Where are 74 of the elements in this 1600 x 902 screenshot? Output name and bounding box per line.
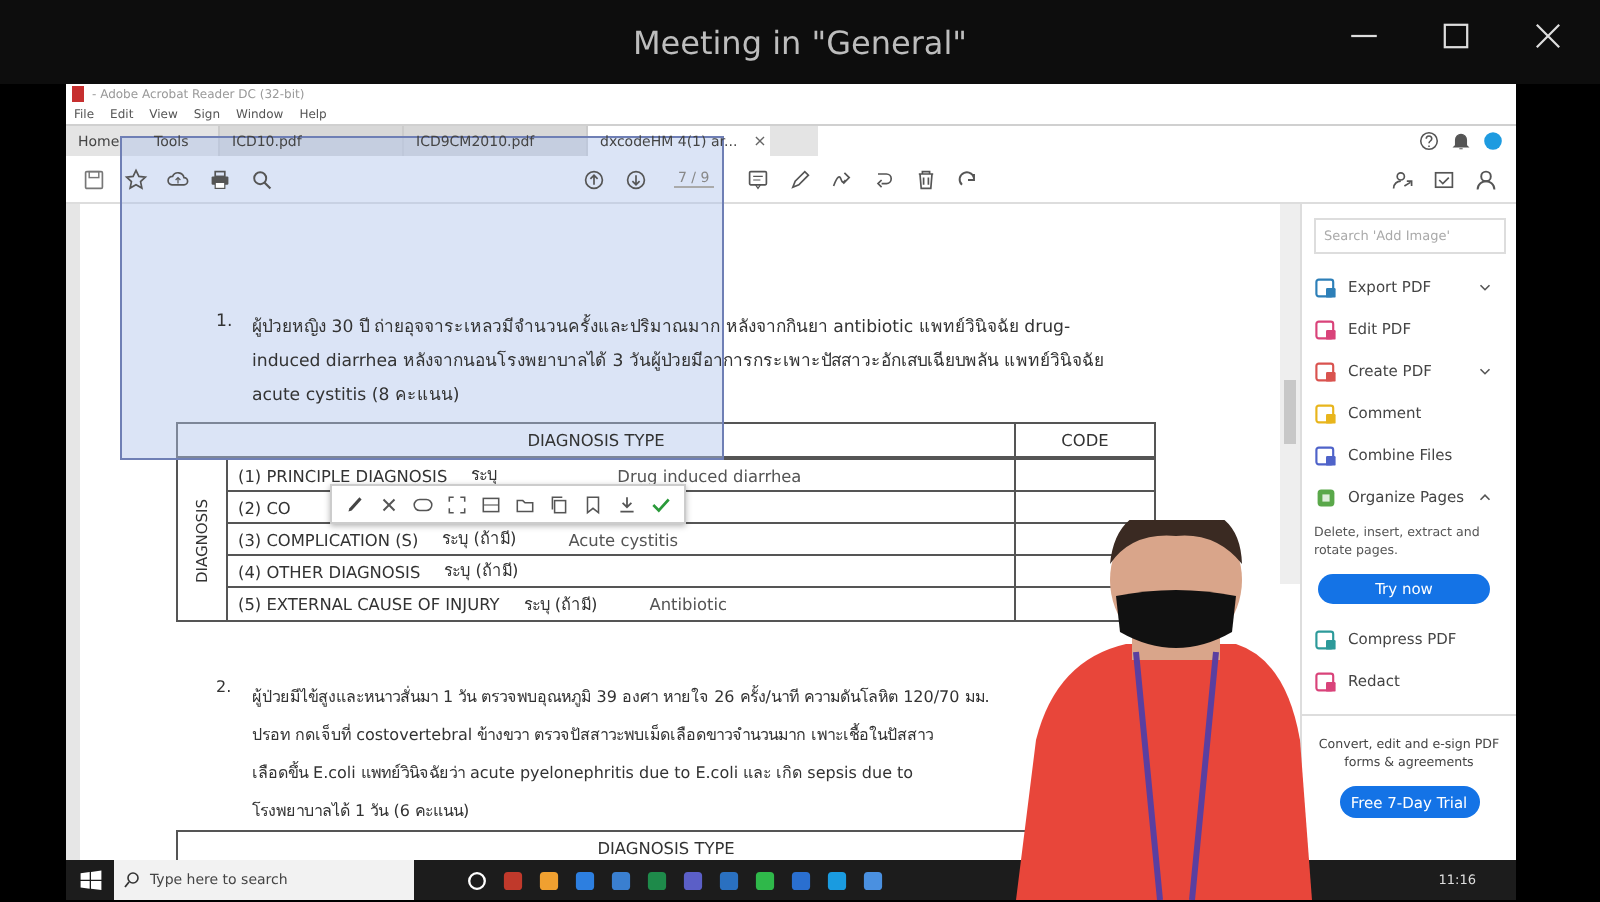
row-label: (3) COMPLICATION (S)	[238, 529, 419, 549]
close-icon[interactable]	[1532, 20, 1564, 52]
tool-icon[interactable]	[1314, 627, 1338, 651]
question-number: 2.	[216, 678, 234, 700]
tool-icon[interactable]	[1314, 359, 1338, 383]
frame-icon[interactable]	[480, 493, 502, 515]
app-icon[interactable]	[644, 867, 670, 893]
search-icon[interactable]	[250, 167, 274, 191]
answer-text: Antibiotic	[649, 594, 727, 614]
pen-icon[interactable]	[787, 167, 812, 191]
scrollbar[interactable]	[1280, 204, 1300, 584]
row-hint: ระบุ (ถ้ามี)	[444, 558, 519, 584]
question-text-line: acute cystitis (8 คะแนน)	[252, 384, 462, 410]
row-label: (1) PRINCIPLE DIAGNOSIS	[238, 465, 448, 485]
brush-icon[interactable]	[344, 493, 366, 515]
question-text-line: ปรอท กดเจ็บที่ costovertebral ข้างขวา ตรวจปัสสาวะพบเม็ดเลือดขาวจำนวนมาก เพาะเชื้อในปัสสาว	[252, 721, 936, 748]
circle-icon[interactable]	[464, 867, 490, 893]
windows-start-icon[interactable]	[78, 867, 104, 893]
trash-icon[interactable]	[913, 167, 938, 191]
app-icon[interactable]	[860, 867, 886, 893]
download-icon[interactable]	[616, 493, 638, 515]
app-icon[interactable]	[788, 867, 814, 893]
previous-page-icon[interactable]	[582, 167, 606, 191]
app-icon[interactable]	[824, 867, 850, 893]
tool-icon[interactable]	[1314, 669, 1338, 693]
save-icon[interactable]	[82, 167, 106, 191]
app-icon[interactable]	[716, 867, 742, 893]
row-hint: ระบุ (ถ้ามี)	[442, 526, 517, 552]
question-text-line: โรงพยาบาลได้ 1 วัน (6 คะแนน)	[252, 799, 472, 824]
star-icon[interactable]	[124, 167, 148, 191]
cloud-icon[interactable]	[166, 167, 190, 191]
table-header-cell-text: DIAGNOSIS TYPE	[595, 836, 737, 860]
printer-icon[interactable]	[208, 167, 232, 191]
question-number: 1.	[216, 312, 235, 336]
share-icon[interactable]	[1390, 167, 1414, 191]
help-icon[interactable]	[1418, 130, 1440, 152]
maximize-icon[interactable]	[1440, 20, 1472, 52]
pdf-icon	[72, 86, 84, 102]
tab-close-button[interactable]: ×	[753, 132, 767, 150]
undo-icon[interactable]	[955, 167, 980, 191]
scrollbar-thumb[interactable]	[1284, 380, 1296, 444]
signature-icon[interactable]	[829, 167, 854, 191]
row-hint: ระบุ (ถ้ามี)	[523, 591, 598, 617]
close-icon[interactable]	[378, 493, 400, 515]
app-icon[interactable]	[752, 867, 778, 893]
app-icon[interactable]	[608, 867, 634, 893]
tool-icon[interactable]	[1314, 443, 1338, 467]
tool-icon[interactable]	[1314, 317, 1338, 341]
app-icon[interactable]	[572, 867, 598, 893]
next-page-icon[interactable]	[624, 167, 648, 191]
question-text-line: เลือดขึ้น E.coli แพทย์วินิจฉัยว่า acute pyelonephritis due to E.coli และ เกิด sepsis due to	[252, 759, 916, 786]
row-hint: ระบุ	[471, 462, 498, 488]
expand-icon[interactable]	[446, 493, 468, 515]
question-text-line: ผู้ป่วยมีไข้สูงและหนาวสั่นมา 1 วัน ตรวจพบอุณหภูมิ 39 องศา หายใจ 26 ครั้ง/นาที ความดันโลหิต 120/70 มม.	[252, 683, 990, 711]
meeting-title: Meeting in "General"	[632, 23, 968, 61]
avatar-icon[interactable]	[1482, 130, 1504, 152]
comment-icon[interactable]	[745, 167, 770, 191]
row-label: (5) EXTERNAL CAUSE OF INJURY	[238, 594, 500, 614]
table-header-cell: CODE	[1014, 424, 1154, 456]
user-icon[interactable]	[1474, 167, 1498, 191]
row-label: (4) OTHER DIAGNOSIS	[238, 561, 421, 581]
bell-icon[interactable]	[1450, 130, 1472, 152]
copy-icon[interactable]	[548, 493, 570, 515]
checkmark-icon[interactable]	[650, 493, 672, 515]
tool-icon[interactable]	[1314, 275, 1338, 299]
question-text-line: ผู้ป่วยหญิง 30 ปี ถ่ายอุจจาระเหลวมีจำนวนครั้งและปริมาณมาก หลังจากกินยา antibiotic แพทย์วินิจฉัย drug-	[252, 312, 1073, 342]
table-header-cell-text: DIAGNOSIS TYPE	[525, 428, 667, 454]
answer-text: Acute cystitis	[568, 529, 679, 549]
answer-text: Drug induced diarrhea	[617, 465, 802, 485]
tool-icon[interactable]	[1314, 485, 1338, 509]
bookmark-icon[interactable]	[582, 493, 604, 515]
search-icon	[122, 870, 142, 890]
row-label: (2) CO	[238, 497, 291, 517]
app-icon[interactable]	[536, 867, 562, 893]
